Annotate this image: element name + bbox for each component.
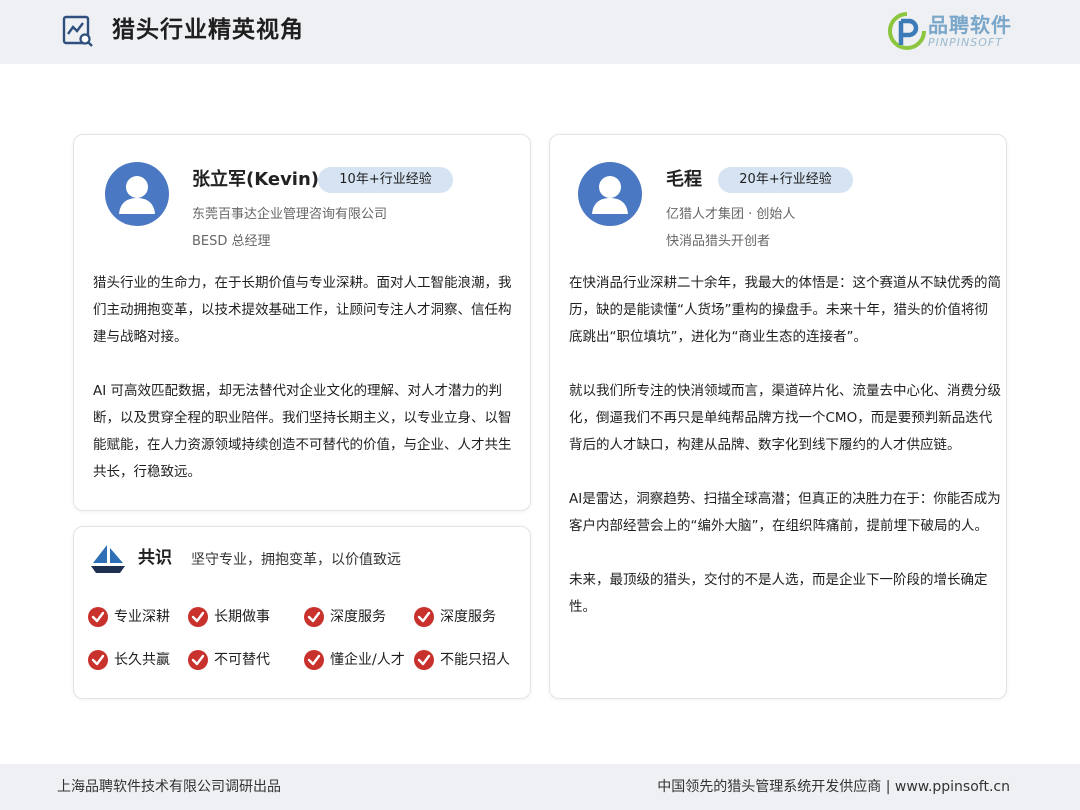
check-icon <box>414 650 434 670</box>
consensus-item-label: 懂企业/人才 <box>330 652 405 668</box>
expert-role: BESD 总经理 <box>192 234 271 249</box>
consensus-item-label: 专业深耕 <box>114 609 170 625</box>
brand-logo: 品聘软件 PINPINSOFT <box>888 11 1028 53</box>
quote-paragraph: 未来，最顶级的猎头，交付的不是人选，而是企业下一阶段的增长确定性。 <box>569 572 988 615</box>
quote-paragraph: AI 可高效匹配数据，却无法替代对企业文化的理解、对人才潜力的判断，以及贯穿全程… <box>93 383 512 480</box>
footer-credit: 上海品聘软件技术有限公司调研出品 <box>57 779 281 795</box>
expert-company: 亿猎人才集团 · 创始人 <box>666 207 796 222</box>
sailboat-icon <box>91 545 125 573</box>
consensus-item-label: 不可替代 <box>214 652 270 668</box>
expert-company: 东莞百事达企业管理咨询有限公司 <box>192 207 388 222</box>
header-bar: 猎头行业精英视角 品聘软件 PINPINSOFT <box>0 0 1080 64</box>
expert-quote: 猎头行业的生命力，在于长期价值与专业深耕。面对人工智能浪潮，我们主动拥抱变革，以… <box>93 270 515 486</box>
check-icon <box>304 650 324 670</box>
avatar <box>578 162 642 226</box>
check-icon <box>188 650 208 670</box>
consensus-item-label: 不能只招人 <box>440 652 510 668</box>
quote-paragraph: 在快消品行业深耕二十余年，我最大的体悟是：这个赛道从不缺优秀的简历，缺的是能读懂… <box>569 275 1001 345</box>
brand-mark-icon <box>888 12 926 50</box>
consensus-item: 长期做事 <box>188 606 270 628</box>
user-icon <box>119 176 155 214</box>
footer-tagline: 中国领先的猎头管理系统开发供应商 | www.ppinsoft.cn <box>657 779 1010 795</box>
check-icon <box>414 607 434 627</box>
experience-badge: 10年+行业经验 <box>318 167 453 193</box>
consensus-item-label: 长久共赢 <box>114 652 170 668</box>
expert-name: 张立军(Kevin) <box>192 169 320 190</box>
brand-name: 品聘软件 <box>928 13 1012 37</box>
check-icon <box>88 650 108 670</box>
user-icon <box>592 176 628 214</box>
quote-paragraph: 猎头行业的生命力，在于长期价值与专业深耕。面对人工智能浪潮，我们主动拥抱变革，以… <box>93 275 512 345</box>
consensus-title: 共识 <box>138 548 172 568</box>
experience-badge: 20年+行业经验 <box>718 167 853 193</box>
consensus-item: 长久共赢 <box>88 649 170 671</box>
check-icon <box>188 607 208 627</box>
avatar <box>105 162 169 226</box>
consensus-item: 深度服务 <box>304 606 386 628</box>
page-title: 猎头行业精英视角 <box>112 17 304 43</box>
quote-paragraph: AI是雷达，洞察趋势、扫描全球高潜；但真正的决胜力在于：你能否成为客户内部经营会… <box>569 491 1001 534</box>
check-icon <box>304 607 324 627</box>
quote-paragraph: 就以我们所专注的快消领域而言，渠道碎片化、流量去中心化、消费分级化，倒逼我们不再… <box>569 383 1001 453</box>
consensus-item-label: 长期做事 <box>214 609 270 625</box>
consensus-item-label: 深度服务 <box>330 609 386 625</box>
consensus-item-label: 深度服务 <box>440 609 496 625</box>
consensus-item: 不能只招人 <box>414 649 510 671</box>
consensus-item: 专业深耕 <box>88 606 170 628</box>
expert-name: 毛程 <box>666 169 702 190</box>
expert-quote: 在快消品行业深耕二十余年，我最大的体悟是：这个赛道从不缺优秀的简历，缺的是能读懂… <box>569 270 1001 621</box>
consensus-text: 坚守专业，拥抱变革，以价值致远 <box>191 552 401 568</box>
brand-subtitle: PINPINSOFT <box>928 36 1003 49</box>
footer-bar: 上海品聘软件技术有限公司调研出品 中国领先的猎头管理系统开发供应商 | www.… <box>0 764 1080 810</box>
consensus-item: 不可替代 <box>188 649 270 671</box>
chart-analysis-icon <box>62 15 93 47</box>
consensus-item: 深度服务 <box>414 606 496 628</box>
check-icon <box>88 607 108 627</box>
consensus-item: 懂企业/人才 <box>304 649 405 671</box>
expert-role: 快消品猎头开创者 <box>666 234 771 249</box>
